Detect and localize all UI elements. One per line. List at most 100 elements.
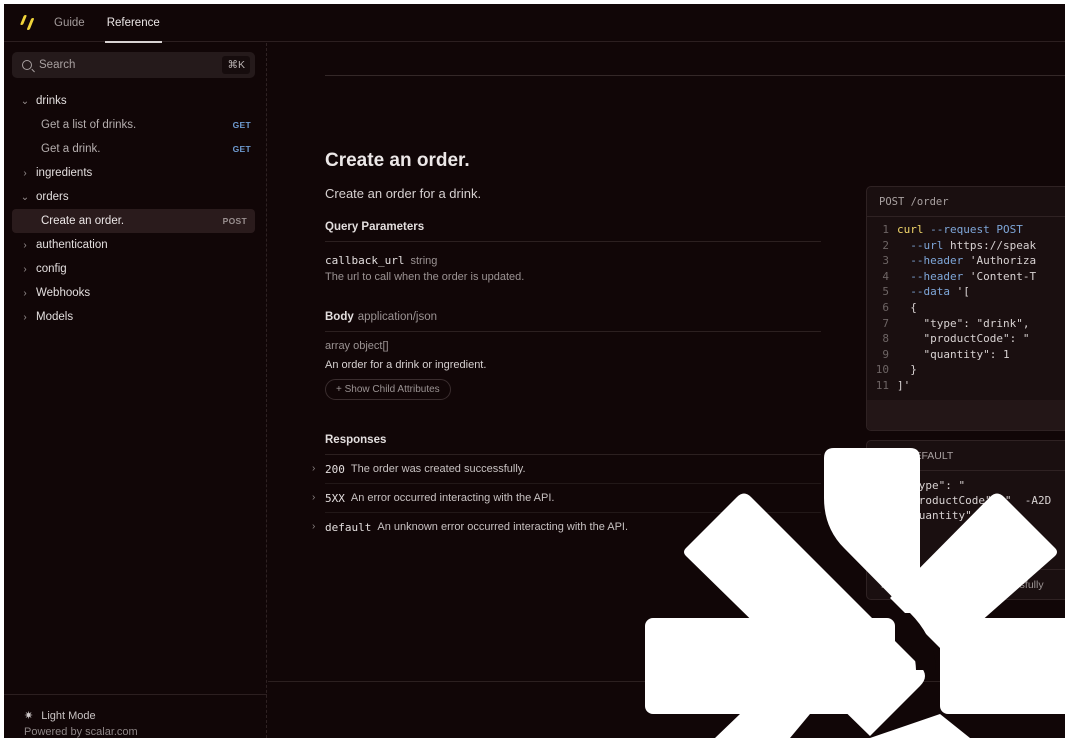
chevron-down-icon: ⌄ (20, 191, 30, 203)
code-token: 'Content-T (963, 269, 1037, 283)
responses-list: › 200 The order was created successfully… (312, 455, 821, 541)
code-line: "productCode": " -A2D (879, 494, 1052, 507)
sidebar-item-create-an-order[interactable]: Create an order. POST (12, 209, 255, 233)
sidebar-tree: ⌄ drinks Get a list of drinks. GET Get a… (4, 89, 267, 329)
response-description: An unknown error occurred interacting wi… (377, 521, 629, 533)
code-token: "productCode": " (897, 332, 1030, 346)
sidebar-item-authentication[interactable]: › authentication (4, 233, 267, 257)
sidebar-item-label: orders (36, 191, 69, 203)
sidebar-item-drinks[interactable]: ⌄ drinks (4, 89, 267, 113)
code-token: ]' (897, 378, 911, 392)
response-code: 5XX (325, 492, 345, 505)
chevron-down-icon: ⌄ (20, 95, 30, 107)
response-example-footer: The order was created successfully (867, 569, 1065, 599)
body-description: An order for a drink or ingredient. (325, 359, 487, 371)
line-number: 1 (882, 223, 889, 236)
code-line: "type": " (879, 479, 966, 492)
code-token: '[ (949, 285, 970, 299)
divider (325, 75, 1065, 76)
line-number: 9 (882, 347, 889, 361)
method-badge: POST (222, 216, 247, 226)
param-name: callback_url (325, 254, 405, 267)
response-code: 200 (325, 463, 345, 476)
scalar-logo-icon[interactable] (18, 12, 40, 34)
divider (268, 681, 1065, 682)
line-number: 11 (875, 378, 889, 392)
request-example-title: POST /order (867, 187, 1065, 217)
code-line: 9 "quantity": 1 (867, 348, 1065, 364)
chevron-right-icon: › (23, 287, 27, 299)
operation-details: Create an order. Create an order for a d… (312, 150, 821, 541)
response-item[interactable]: › 200 The order was created successfully… (312, 455, 821, 484)
code-token: --request POST (923, 223, 1030, 236)
sidebar-item-webhooks[interactable]: › Webhooks (4, 281, 267, 305)
sidebar-item-label: Webhooks (36, 287, 91, 299)
response-code-block[interactable]: "type": " "productCode": " -A2D "quantit… (867, 471, 1065, 547)
code-token: "quantity": 1 (897, 347, 1010, 361)
tab-guide[interactable]: Guide (54, 4, 85, 42)
search-placeholder: Search (39, 59, 76, 71)
search-icon (22, 60, 32, 70)
sidebar-item-get-list-of-drinks[interactable]: Get a list of drinks. GET (4, 113, 267, 137)
query-parameters-heading: Query Parameters (325, 221, 821, 242)
responses-heading: Responses (325, 434, 821, 455)
code-token: { (897, 300, 917, 314)
chevron-right-icon: › (312, 521, 316, 532)
light-mode-toggle[interactable]: ✷ Light Mode (24, 709, 96, 723)
chevron-right-icon: › (23, 239, 27, 251)
sidebar-item-ingredients[interactable]: › ingredients (4, 161, 267, 185)
chevron-right-icon: › (23, 311, 27, 323)
response-tab-default[interactable]: DEFAULT (907, 450, 953, 462)
code-line: 10 } (867, 363, 1065, 379)
line-number: 6 (882, 300, 889, 314)
response-code: default (325, 521, 372, 534)
operation-description: Create an order for a drink. (325, 186, 482, 201)
param-item: callback_url string The url to call when … (325, 251, 821, 283)
method-badge: GET (232, 120, 251, 130)
code-token: --header (897, 254, 964, 268)
tab-reference[interactable]: Reference (104, 4, 162, 43)
sidebar-item-config[interactable]: › config (4, 257, 267, 281)
code-line: 8 "productCode": " (867, 332, 1065, 348)
param-type: string (410, 255, 438, 267)
response-item[interactable]: › 5XX An error occurred interacting with… (312, 484, 821, 513)
response-item[interactable]: › default An unknown error occurred inte… (312, 513, 821, 541)
code-token: --url (897, 238, 944, 252)
line-number: 10 (875, 363, 889, 377)
line-number: 3 (882, 254, 889, 268)
response-tab-5xx[interactable]: 5XX (879, 450, 899, 462)
code-line: 2 --url https://speak (867, 239, 1065, 255)
line-number: 2 (882, 238, 889, 252)
response-description: An error occurred interacting with the A… (350, 492, 555, 504)
sidebar-item-label: config (36, 263, 67, 275)
powered-by-link[interactable]: Powered by scalar.com (24, 726, 138, 738)
response-example-tabs: 5XX DEFAULT (867, 441, 1065, 471)
method-badge: GET (232, 144, 251, 154)
param-description: The url to call when the order is update… (325, 271, 525, 283)
body-type: array object[] (325, 340, 389, 352)
code-line: 1 curl --request POST (867, 223, 1065, 239)
code-token: } (897, 363, 917, 377)
line-number: 4 (882, 269, 889, 283)
sidebar-item-label: authentication (36, 239, 108, 251)
sun-icon: ✷ (24, 710, 34, 722)
code-token: "type": "drink", (897, 316, 1030, 330)
request-code-block[interactable]: 1 curl --request POST 2 --url https://spe… (867, 217, 1065, 395)
search-input[interactable]: Search ⌘K (12, 52, 255, 78)
code-token: 'Authoriza (963, 254, 1037, 268)
line-number: 8 (882, 332, 889, 346)
code-line: 3 --header 'Authoriza (867, 254, 1065, 270)
sidebar-item-orders[interactable]: ⌄ orders (4, 185, 267, 209)
sidebar-item-models[interactable]: › Models (4, 305, 267, 329)
code-line: 4 --header 'Content-T (867, 270, 1065, 286)
sidebar-item-label: ingredients (36, 167, 93, 179)
sidebar-item-label: drinks (36, 95, 67, 107)
line-number: 7 (882, 316, 889, 330)
code-token: --header (897, 269, 964, 283)
body-heading: Body application/json (325, 311, 821, 332)
request-panel-footer (867, 400, 1065, 430)
chevron-right-icon: › (23, 263, 27, 275)
show-child-attributes-button[interactable]: + Show Child Attributes (325, 379, 451, 400)
sidebar-item-get-a-drink[interactable]: Get a drink. GET (4, 137, 267, 161)
code-token: curl (897, 223, 924, 236)
